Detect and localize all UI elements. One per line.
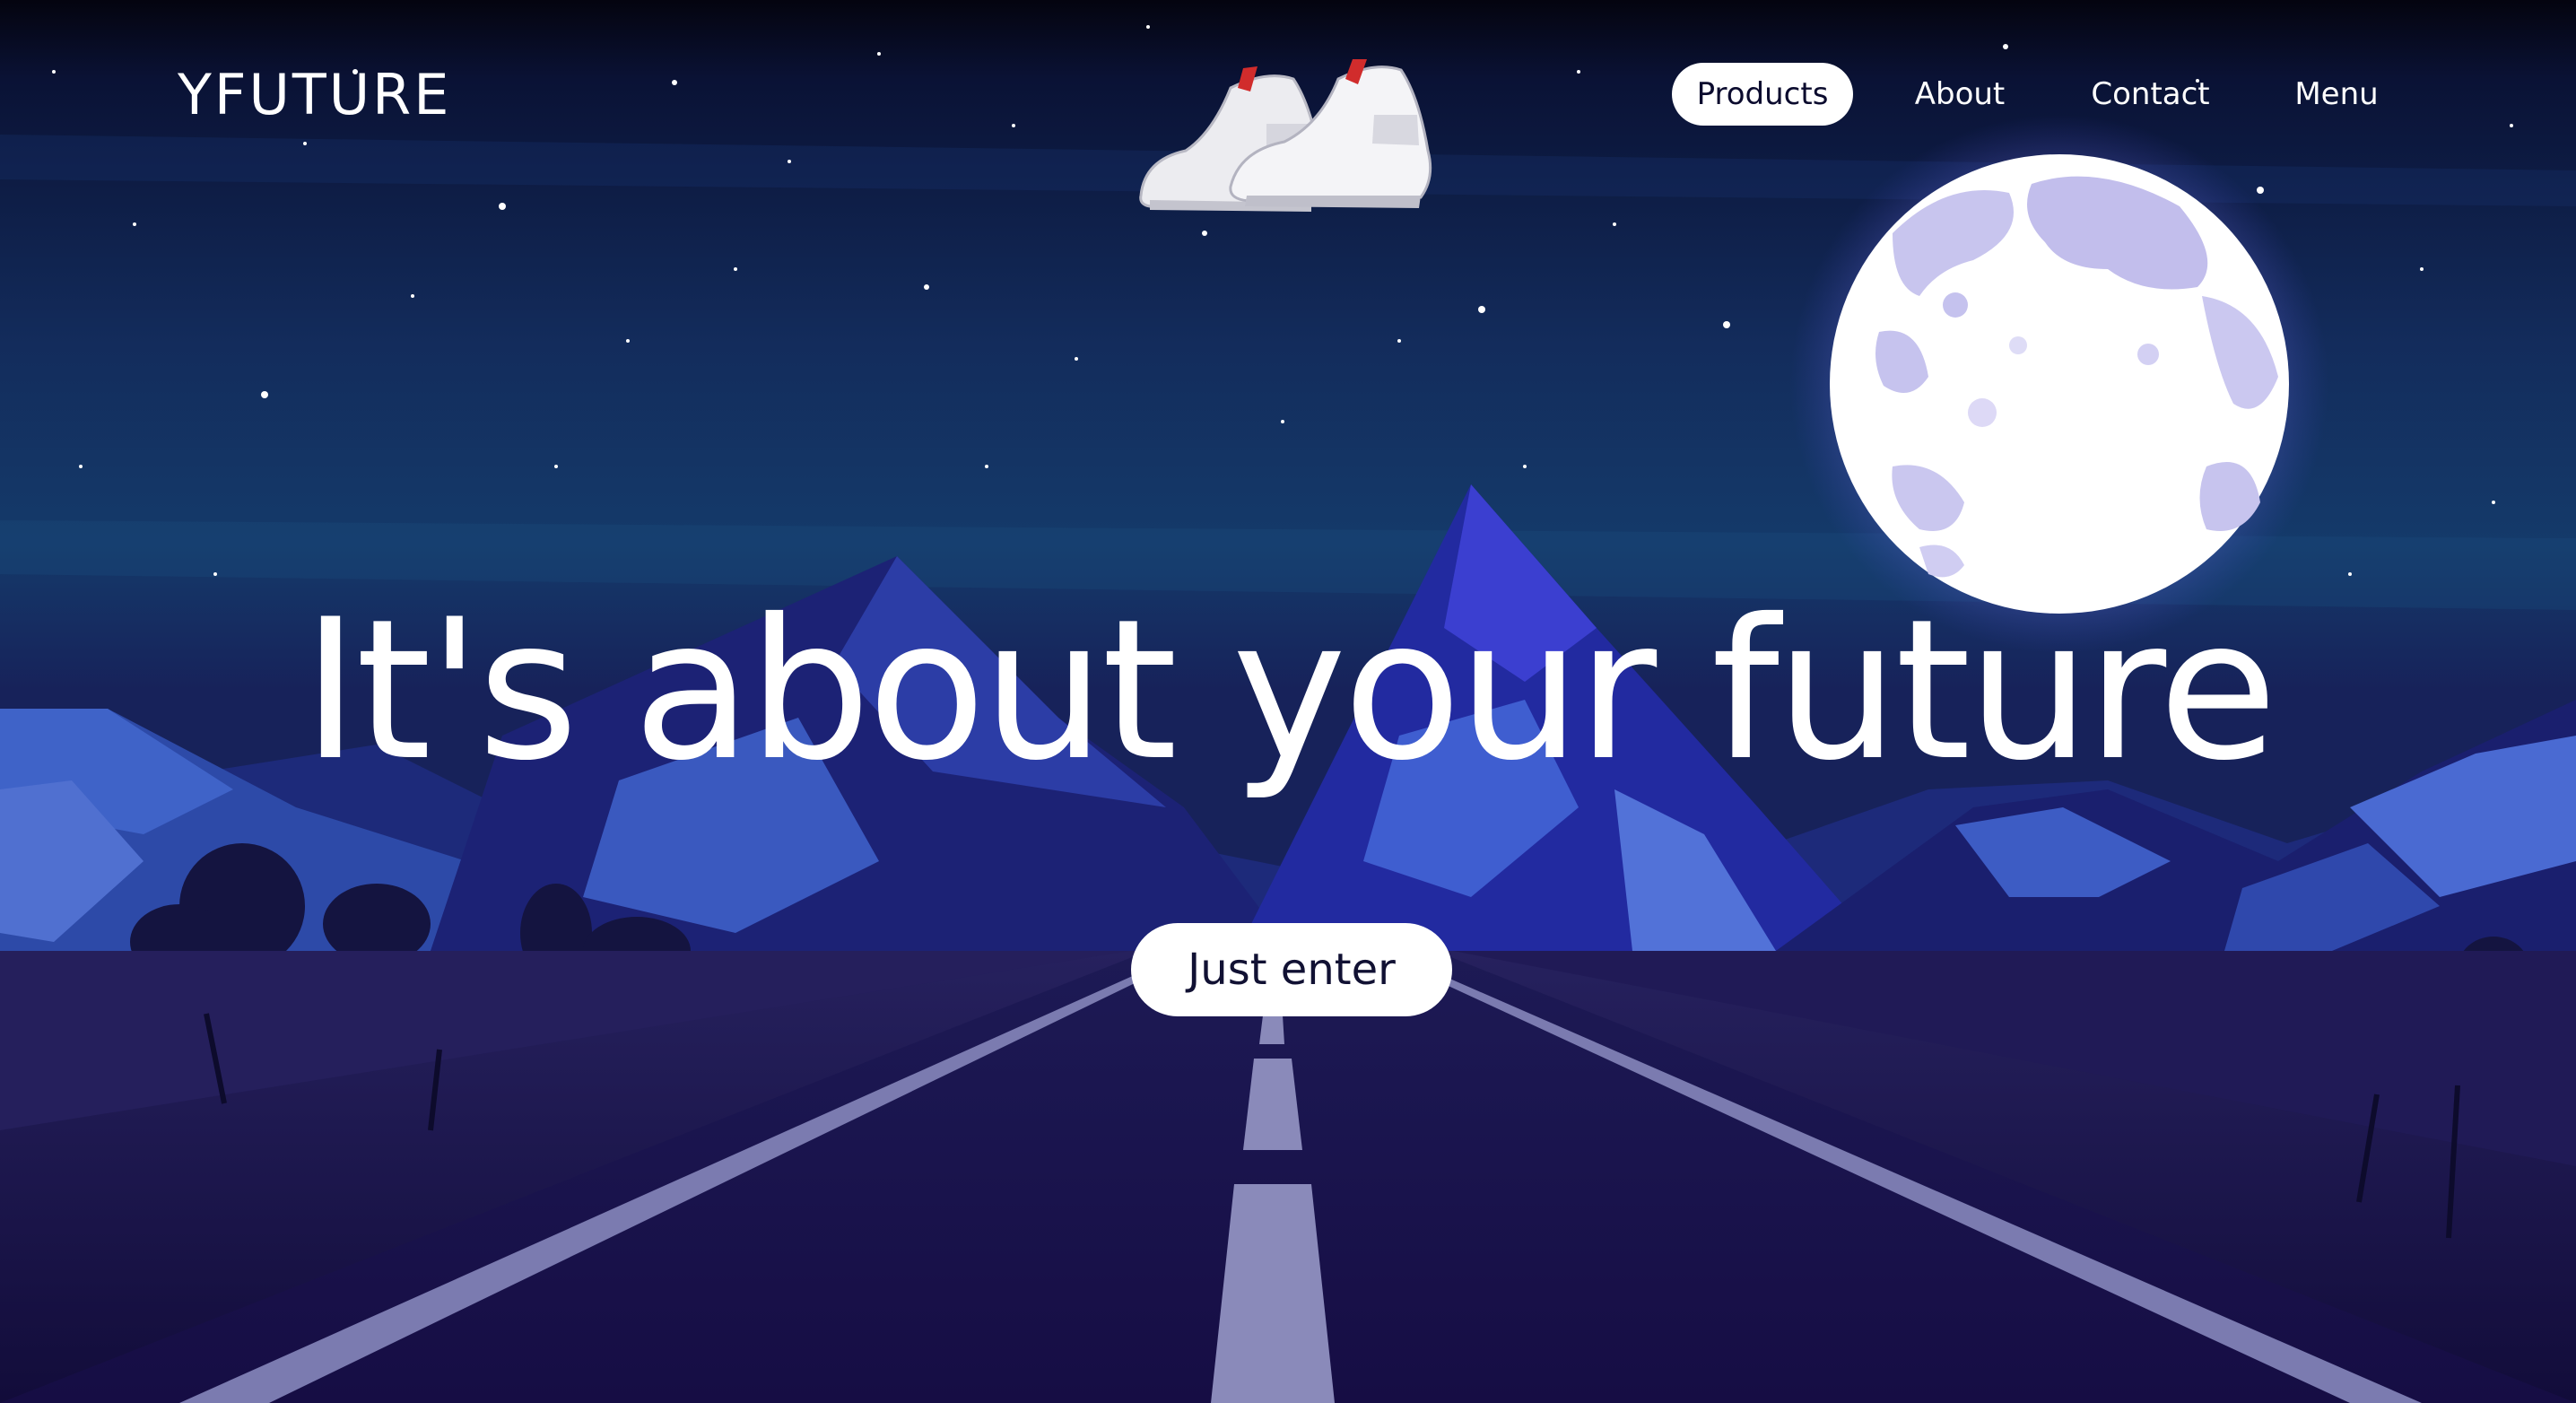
nav-products[interactable]: Products [1672, 63, 1853, 126]
nav-menu[interactable]: Menu [2269, 63, 2404, 126]
nav-contact[interactable]: Contact [2063, 63, 2238, 126]
just-enter-button[interactable]: Just enter [1131, 923, 1452, 1016]
landing-page: YFUTURE Products About Contact Menu It's… [0, 0, 2576, 1403]
hero-headline: It's about your future [301, 578, 2278, 803]
nav-about[interactable]: About [1893, 63, 2027, 126]
site-header: YFUTURE Products About Contact Menu [0, 0, 2576, 197]
main-nav: Products About Contact Menu [0, 63, 2576, 126]
moon [1830, 154, 2289, 614]
